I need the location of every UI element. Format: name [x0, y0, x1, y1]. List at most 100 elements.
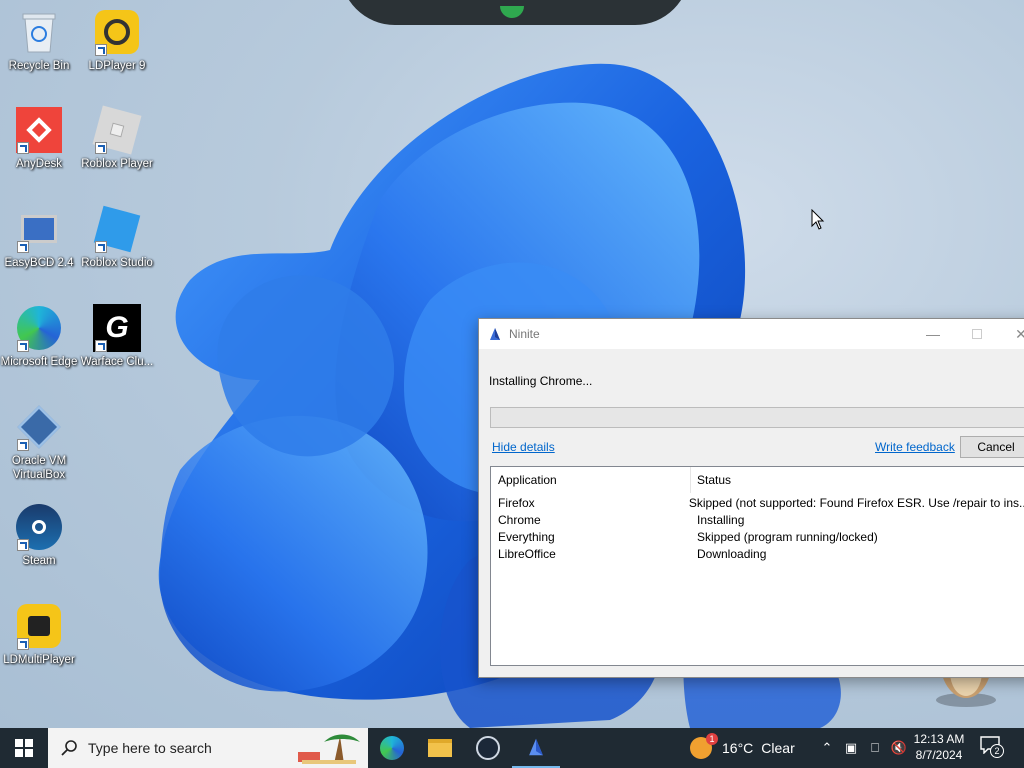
maximize-icon [972, 329, 982, 339]
desktop-icon-label: Roblox Studio [81, 257, 153, 269]
desktop-icon-roblox-studio[interactable]: Roblox Studio [78, 205, 156, 270]
edge-icon [15, 304, 63, 352]
install-status-text: Installing Chrome... [489, 374, 593, 388]
taskbar-app-edge[interactable] [368, 728, 416, 768]
desktop-icon-easybcd[interactable]: EasyBCD 2.4 [0, 205, 78, 270]
start-button[interactable] [0, 728, 48, 768]
weather-widget[interactable]: 1 16°C Clear [690, 728, 795, 768]
search-icon [61, 740, 77, 756]
shortcut-arrow-icon [17, 539, 29, 551]
ninite-app-icon [490, 328, 500, 340]
maximize-button[interactable] [955, 319, 999, 349]
status-cell: Downloading [697, 546, 767, 561]
shortcut-arrow-icon [95, 241, 107, 253]
meet-now-icon[interactable]: ▣ [839, 740, 863, 756]
column-header-status[interactable]: Status [691, 467, 731, 493]
search-highlight-illustration-icon [298, 734, 360, 764]
taskbar-app-file-explorer[interactable] [416, 728, 464, 768]
desktop-icon-ldplayer[interactable]: LDPlayer 9 [78, 8, 156, 73]
taskbar-clock[interactable]: 12:13 AM 8/7/2024 [904, 731, 974, 763]
shortcut-arrow-icon [17, 638, 29, 650]
desktop-icon-edge[interactable]: Microsoft Edge [0, 304, 78, 369]
shortcut-arrow-icon [17, 142, 29, 154]
cancel-button[interactable]: Cancel [960, 436, 1024, 458]
virtualbox-icon [15, 403, 63, 451]
notification-center-button[interactable]: 2 [980, 736, 1006, 760]
shortcut-arrow-icon [95, 44, 107, 56]
install-progress-bar [490, 407, 1024, 428]
taskbar-app-ninite[interactable] [512, 728, 560, 768]
table-row[interactable]: LibreOffice Downloading [491, 545, 1024, 562]
table-header: Application Status [491, 467, 1024, 493]
hide-details-link[interactable]: Hide details [492, 440, 555, 454]
ninite-window: Ninite — ✕ Installing Chrome... Hide det… [478, 318, 1024, 678]
warface-icon: G [93, 304, 141, 352]
desktop-icon-label: EasyBCD 2.4 [4, 257, 74, 269]
chevron-up-icon[interactable]: ⌃ [815, 740, 839, 756]
status-cell: Installing [697, 512, 745, 527]
write-feedback-link[interactable]: Write feedback [875, 440, 955, 454]
folder-icon [428, 739, 452, 757]
search-placeholder: Type here to search [88, 740, 212, 756]
network-icon[interactable]: ⎕ [863, 740, 887, 756]
desktop-icon-label: Steam [22, 555, 56, 567]
close-button[interactable]: ✕ [999, 319, 1024, 349]
status-cell: Skipped (program running/locked) [697, 529, 878, 544]
edge-icon [380, 736, 404, 760]
desktop-icon-label: Recycle Bin [8, 60, 70, 72]
column-header-application[interactable]: Application [491, 467, 691, 493]
app-name-cell: Chrome [498, 512, 541, 527]
recycle-bin-icon [15, 8, 63, 56]
easybcd-icon [15, 205, 63, 253]
desktop-icon-label: Microsoft Edge [0, 356, 78, 368]
close-icon: ✕ [1015, 325, 1024, 342]
minimize-icon: — [926, 326, 940, 342]
table-body: Firefox Skipped (not supported: Found Fi… [491, 493, 1024, 562]
weather-moon-icon: 1 [690, 733, 718, 761]
anydesk-icon [15, 106, 63, 154]
shortcut-arrow-icon [17, 241, 29, 253]
taskbar-app-steam[interactable] [464, 728, 512, 768]
desktop-icon-anydesk[interactable]: AnyDesk [0, 106, 78, 171]
shortcut-arrow-icon [17, 340, 29, 352]
clock-date: 8/7/2024 [915, 748, 963, 762]
clock-time: 12:13 AM [913, 732, 965, 746]
mouse-cursor-icon [811, 209, 825, 230]
table-row[interactable]: Everything Skipped (program running/lock… [491, 528, 1024, 545]
desktop-icon-label: LDPlayer 9 [88, 60, 146, 72]
weather-description: Clear [761, 740, 795, 756]
desktop-icon-ldmultiplayer[interactable]: LDMultiPlayer [0, 602, 78, 667]
ninite-app-icon [529, 738, 543, 756]
details-table: Application Status Firefox Skipped (not … [490, 466, 1024, 666]
taskbar-search-box[interactable]: Type here to search [48, 728, 368, 768]
notification-count: 2 [990, 744, 1004, 758]
desktop-icon-label: AnyDesk [15, 158, 63, 170]
table-row[interactable]: Chrome Installing [491, 511, 1024, 528]
ldmultiplayer-icon [15, 602, 63, 650]
app-name-cell: LibreOffice [498, 546, 556, 561]
desktop-icon-label: Roblox Player [81, 158, 153, 170]
desktop-icon-label: Warface Clu... [80, 356, 154, 368]
window-titlebar[interactable]: Ninite — ✕ [479, 319, 1024, 349]
desktop-icon-virtualbox[interactable]: Oracle VM VirtualBox [0, 403, 78, 482]
desktop-icon-steam[interactable]: Steam [0, 503, 78, 568]
taskbar: Type here to search 1 16°C Clear ⌃ ▣ ⎕ 🔇… [0, 728, 1024, 768]
shortcut-arrow-icon [17, 439, 29, 451]
app-name-cell: Firefox [498, 495, 535, 510]
system-tray: ⌃ ▣ ⎕ 🔇 [815, 728, 911, 768]
steam-icon [476, 736, 500, 760]
app-name-cell: Everything [498, 529, 555, 544]
minimize-button[interactable]: — [911, 319, 955, 349]
desktop-icon-label: Oracle VM VirtualBox [11, 455, 67, 481]
desktop-icon-roblox-player[interactable]: Roblox Player [78, 105, 156, 171]
desktop-icon-recycle-bin[interactable]: Recycle Bin [0, 8, 78, 73]
steam-icon [15, 503, 63, 551]
shortcut-arrow-icon [95, 142, 107, 154]
roblox-studio-icon [93, 205, 141, 253]
desktop-icon-label: LDMultiPlayer [3, 654, 75, 666]
windows-logo-icon [15, 739, 33, 757]
desktop-icon-warface[interactable]: G Warface Clu... [78, 304, 156, 369]
roblox-player-icon [92, 105, 142, 155]
table-row[interactable]: Firefox Skipped (not supported: Found Fi… [491, 494, 1024, 511]
status-cell: Skipped (not supported: Found Firefox ES… [688, 495, 1024, 510]
